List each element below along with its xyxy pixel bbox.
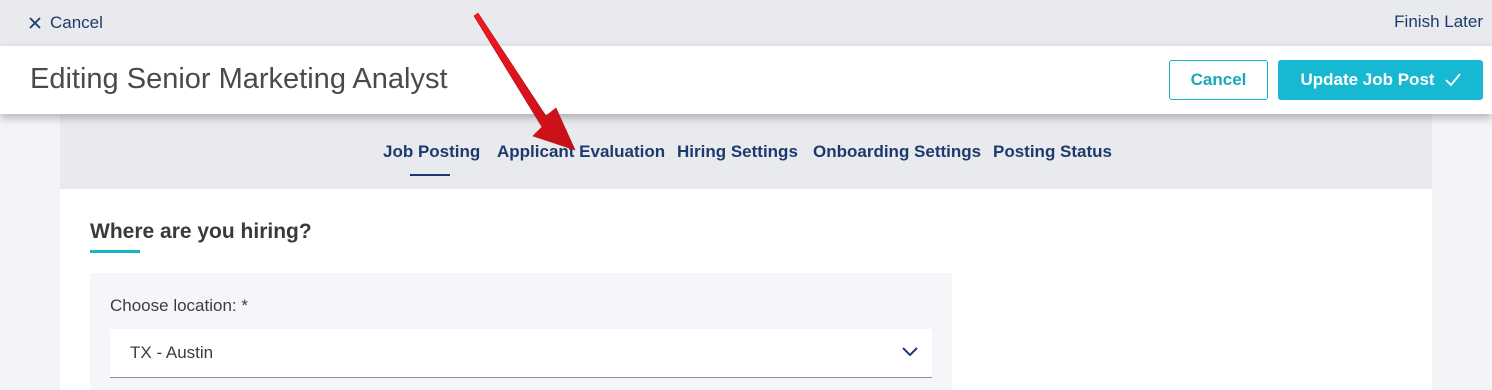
cancel-link-label: Cancel [50, 13, 103, 32]
tab-onboarding-settings[interactable]: Onboarding Settings [813, 142, 981, 166]
check-icon [1444, 73, 1461, 87]
location-label: Choose location: * [110, 296, 248, 315]
tab-bar: Job Posting Applicant Evaluation Hiring … [60, 114, 1432, 189]
section-title: Where are you hiring? [90, 220, 312, 243]
page-header: Editing Senior Marketing Analyst Cancel … [0, 46, 1492, 114]
cancel-button-label: Cancel [1190, 70, 1247, 89]
tab-posting-status[interactable]: Posting Status [993, 142, 1112, 166]
active-tab-indicator [410, 174, 450, 176]
job-post-card: Job Posting Applicant Evaluation Hiring … [60, 114, 1432, 390]
section-title-underline [90, 250, 140, 253]
top-bar: Cancel Finish Later [0, 0, 1492, 46]
cancel-link[interactable]: Cancel [28, 12, 103, 34]
finish-later-link[interactable]: Finish Later [1394, 12, 1483, 34]
cancel-button[interactable]: Cancel [1169, 60, 1268, 100]
chevron-down-icon [902, 347, 918, 357]
location-field-group: Choose location: * TX - Austin [90, 273, 952, 390]
update-button-label: Update Job Post [1300, 70, 1435, 89]
tab-hiring-settings[interactable]: Hiring Settings [677, 142, 798, 166]
page-title: Editing Senior Marketing Analyst [30, 63, 448, 95]
update-job-post-button[interactable]: Update Job Post [1278, 60, 1483, 100]
close-icon [29, 17, 41, 29]
location-select-value: TX - Austin [130, 343, 214, 362]
tab-applicant-evaluation[interactable]: Applicant Evaluation [497, 142, 665, 166]
tab-job-posting[interactable]: Job Posting [383, 142, 480, 166]
location-select[interactable]: TX - Austin [110, 329, 932, 378]
